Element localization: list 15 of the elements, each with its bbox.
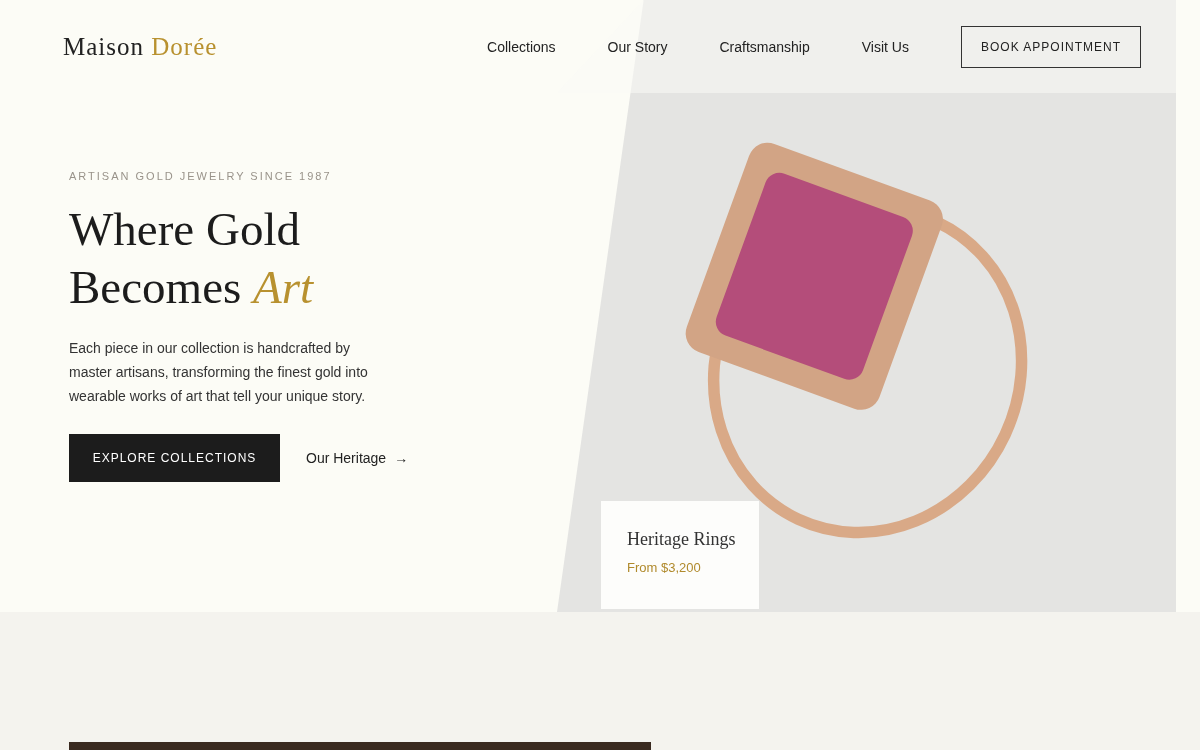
eyebrow-text: ARTISAN GOLD JEWELRY SINCE 1987 [69, 170, 332, 182]
nav-link[interactable]: Craftsmanship [719, 38, 810, 55]
hero-description: Each piece in our collection is handcrafted by master artisans, transforming the finest gold into wearable works of art that tell your unique story. [69, 339, 369, 406]
brand-logo[interactable]: Maison Dorée [63, 32, 218, 61]
hero-heading: Becomes Art [69, 260, 314, 315]
card-title: Heritage Rings [627, 529, 736, 550]
nav-link[interactable]: Collections [487, 38, 556, 55]
nav-link[interactable]: Visit Us [861, 38, 909, 55]
book-appointment-button[interactable]: BOOK APPOINTMENT [960, 25, 1141, 68]
card-price: From $3,200 [627, 560, 701, 575]
feature-card[interactable]: Heritage Rings From $3,200 [601, 501, 759, 609]
nav-link[interactable]: Our Story [607, 38, 668, 55]
our-heritage-link[interactable]: Our Heritage → [306, 450, 409, 466]
hero-heading: Where Gold [69, 202, 300, 257]
explore-collections-button[interactable]: EXPLORE COLLECTIONS [69, 434, 280, 482]
